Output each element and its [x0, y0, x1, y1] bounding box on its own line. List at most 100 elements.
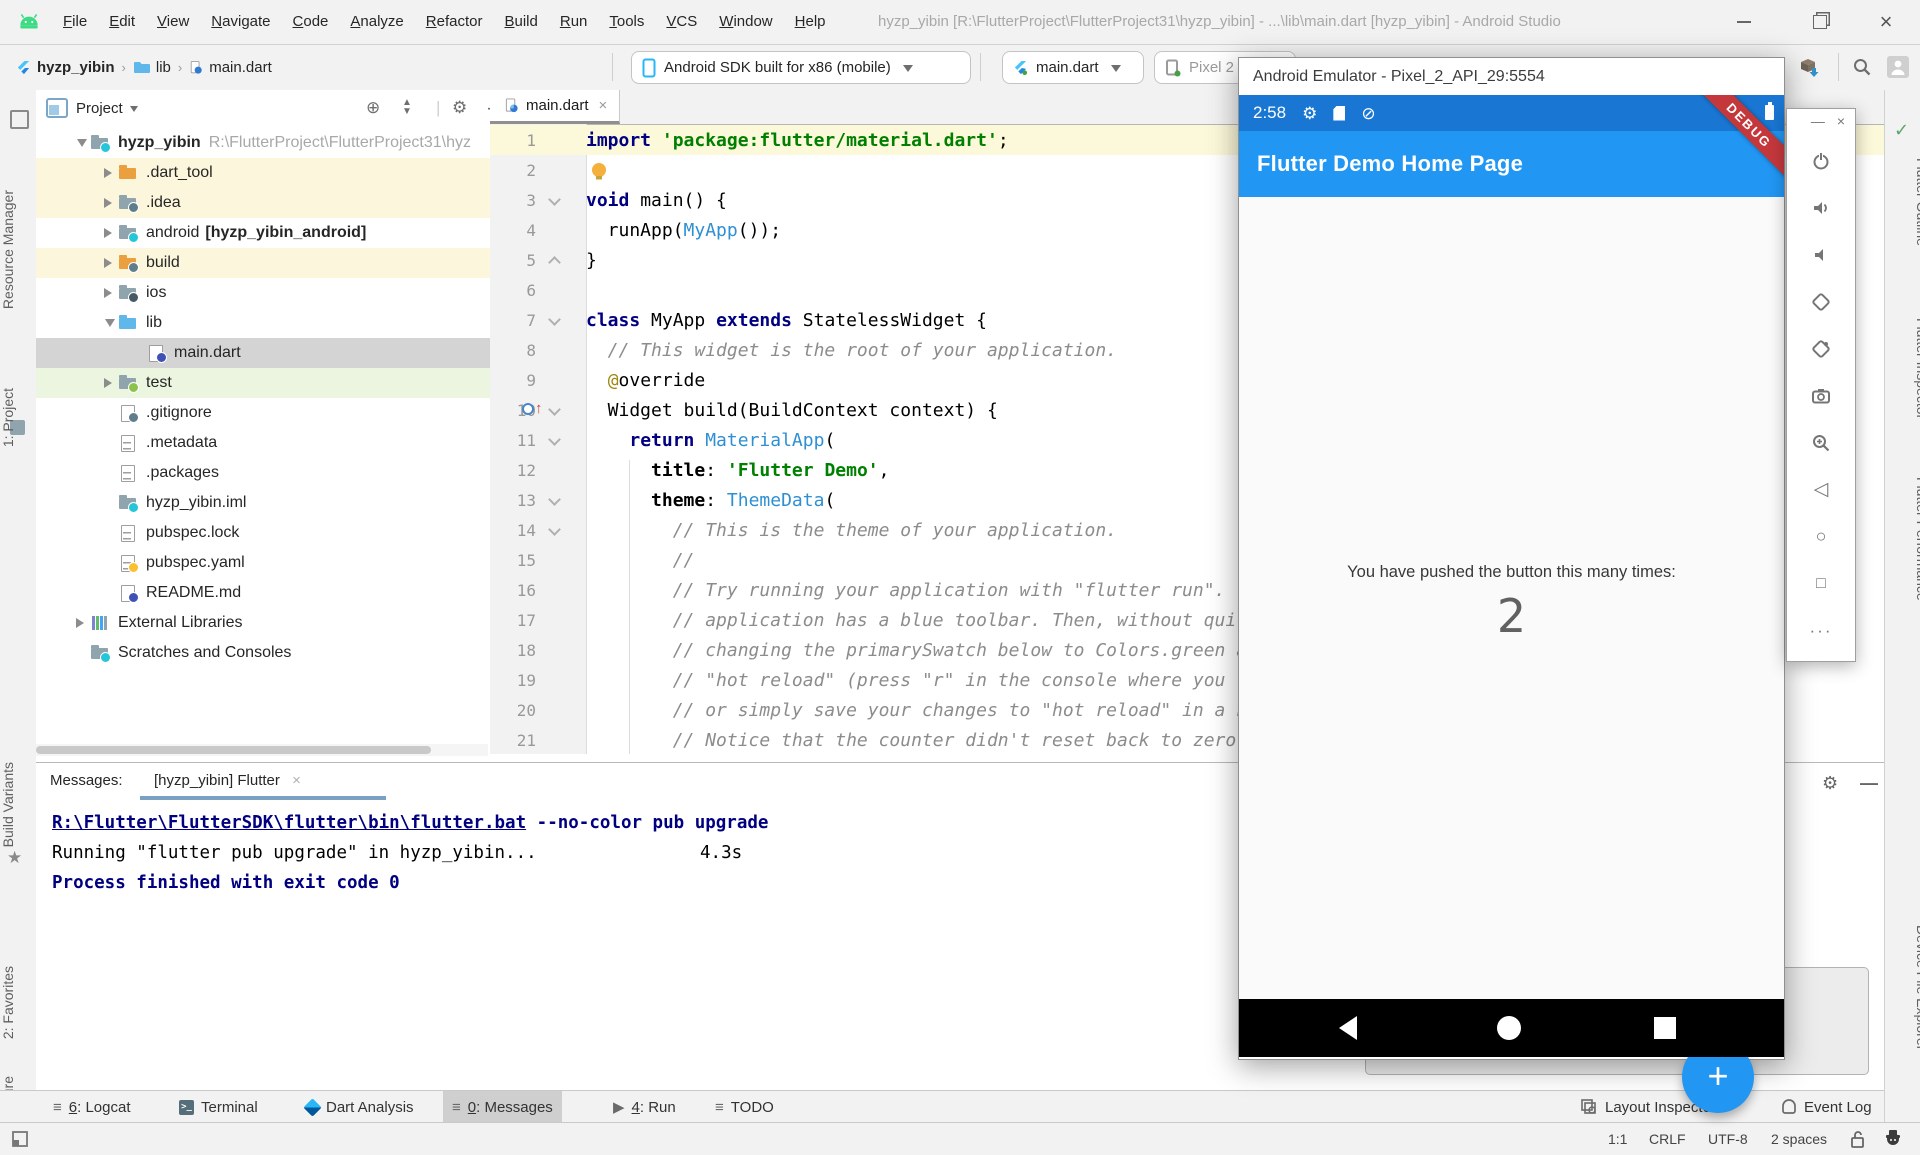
fold-open-icon[interactable] [548, 403, 561, 416]
stripe-item-build-variants[interactable]: Build Variants [0, 762, 36, 847]
menu-tools[interactable]: Tools [598, 0, 655, 44]
tree-row-main-dart[interactable]: main.dart [36, 338, 490, 368]
fold-close-icon[interactable] [548, 256, 561, 269]
menu-help[interactable]: Help [784, 0, 837, 44]
overview-icon[interactable]: □ [1787, 560, 1855, 607]
expand-arrow[interactable] [74, 618, 90, 628]
zoom-icon[interactable] [1787, 419, 1855, 466]
tree-row-scratches-and-consoles[interactable]: Scratches and Consoles [36, 638, 490, 668]
tree-row-android[interactable]: android[hyzp_yibin_android] [36, 218, 490, 248]
emulator-title-bar[interactable]: Android Emulator - Pixel_2_API_29:5554 [1239, 58, 1784, 95]
tree-row-pubspec-yaml[interactable]: pubspec.yaml [36, 548, 490, 578]
stripe-item-flutter-inspector[interactable]: Flutter Inspector [1885, 318, 1920, 419]
tree-row--metadata[interactable]: .metadata [36, 428, 490, 458]
nav-back-button[interactable] [1339, 1016, 1357, 1040]
tree-row-pubspec-lock[interactable]: pubspec.lock [36, 518, 490, 548]
window-minimize-button[interactable] [1722, 0, 1766, 44]
toolwindow-button-event-log[interactable]: Event Log [1772, 1091, 1881, 1123]
expand-arrow[interactable] [102, 198, 118, 208]
nav-home-button[interactable] [1497, 1016, 1521, 1040]
messages-tab-flutter[interactable]: [hyzp_yibin] Flutter × [154, 772, 301, 789]
menu-file[interactable]: File [52, 0, 98, 44]
window-close-button[interactable]: × [1864, 0, 1908, 44]
rotate-left-icon[interactable] [1787, 278, 1855, 325]
fold-open-icon[interactable] [548, 313, 561, 326]
status-2-spaces[interactable]: 2 spaces [1771, 1123, 1827, 1155]
menu-refactor[interactable]: Refactor [415, 0, 494, 44]
gear-icon[interactable]: ⚙ [452, 98, 467, 118]
window-maximize-button[interactable] [1798, 0, 1842, 44]
status-1-1[interactable]: 1:1 [1608, 1123, 1627, 1155]
console-link[interactable]: R:\Flutter\FlutterSDK\flutter\bin\flutte… [52, 813, 526, 833]
fold-open-icon[interactable] [548, 493, 561, 506]
locate-file-icon[interactable]: ⊕ [366, 98, 380, 118]
tree-row-ios[interactable]: ios [36, 278, 490, 308]
toolwindow-button--run[interactable]: ▶4: Run [604, 1091, 685, 1123]
gear-icon[interactable]: ⚙ [1822, 773, 1838, 794]
editor-tab-main-dart[interactable]: main.dart × [490, 90, 620, 124]
panel-minimize-icon[interactable]: — [1811, 113, 1825, 129]
menu-run[interactable]: Run [549, 0, 599, 44]
toolwindow-button-terminal[interactable]: >_Terminal [170, 1091, 267, 1123]
status-utf-8[interactable]: UTF-8 [1708, 1123, 1748, 1155]
breadcrumb-item-main.dart[interactable]: main.dart [189, 59, 272, 76]
menu-analyze[interactable]: Analyze [339, 0, 414, 44]
tree-row-build[interactable]: build [36, 248, 490, 278]
breadcrumb-item-hyzp_yibin[interactable]: hyzp_yibin [16, 59, 115, 76]
toolwindow-button--messages[interactable]: ≡0: Messages [443, 1091, 562, 1123]
fold-open-icon[interactable] [548, 523, 561, 536]
fold-open-icon[interactable] [548, 193, 561, 206]
rotate-right-icon[interactable] [1787, 325, 1855, 372]
device-selector[interactable]: Android SDK built for x86 (mobile) [631, 51, 971, 84]
tree-row-external-libraries[interactable]: External Libraries [36, 608, 490, 638]
horizontal-scrollbar[interactable] [36, 744, 488, 756]
expand-arrow[interactable] [102, 258, 118, 268]
stripe-item-2-favorites[interactable]: 2: Favorites [0, 966, 36, 1039]
screenshot-icon[interactable] [1787, 372, 1855, 419]
run-config-selector[interactable]: main.dart [1002, 51, 1144, 84]
panel-close-icon[interactable]: × [1837, 113, 1845, 129]
search-icon[interactable] [1850, 55, 1874, 79]
hide-panel-icon[interactable]: — [1860, 773, 1878, 794]
expand-arrow[interactable] [102, 228, 118, 238]
stripe-item-flutter-outline[interactable]: Flutter Outline [1885, 158, 1920, 246]
expand-arrow[interactable] [102, 288, 118, 298]
tree-row--gitignore[interactable]: .gitignore [36, 398, 490, 428]
more-icon[interactable]: ··· [1787, 607, 1855, 654]
volume-up-icon[interactable] [1787, 184, 1855, 231]
project-view-selector[interactable]: Project [76, 100, 123, 117]
close-icon[interactable]: × [599, 97, 608, 114]
tree-row--idea[interactable]: .idea [36, 188, 490, 218]
toolwindow-button-todo[interactable]: ≡TODO [706, 1091, 783, 1123]
profile-avatar-icon[interactable] [1886, 55, 1910, 79]
menu-view[interactable]: View [146, 0, 200, 44]
menu-navigate[interactable]: Navigate [200, 0, 281, 44]
toolwindow-button-dart-analysis[interactable]: Dart Analysis [297, 1091, 423, 1123]
nav-overview-button[interactable] [1654, 1017, 1676, 1039]
tree-row-test[interactable]: test [36, 368, 490, 398]
menu-vcs[interactable]: VCS [655, 0, 708, 44]
stripe-item-flutter-performance[interactable]: Flutter Performance [1885, 477, 1920, 601]
home-icon[interactable]: ○ [1787, 513, 1855, 560]
collapse-arrow[interactable] [74, 135, 90, 152]
notification-icon[interactable] [1884, 1129, 1902, 1149]
back-icon[interactable]: ◁ [1787, 466, 1855, 513]
tree-row-lib[interactable]: lib [36, 308, 490, 338]
tree-row--dart_tool[interactable]: .dart_tool [36, 158, 490, 188]
menu-window[interactable]: Window [708, 0, 783, 44]
tree-row-hyzp_yibin[interactable]: hyzp_yibin R:\FlutterProject\FlutterProj… [36, 128, 490, 158]
expand-arrow[interactable] [102, 378, 118, 388]
menu-edit[interactable]: Edit [98, 0, 146, 44]
close-icon[interactable]: × [292, 772, 301, 789]
stripe-item-1-project[interactable]: 1: Project [0, 388, 36, 447]
tree-row-readme-md[interactable]: README.md [36, 578, 490, 608]
lock-open-icon[interactable] [1850, 1130, 1865, 1148]
tool-stripes-toggle-icon[interactable] [12, 1131, 28, 1147]
menu-code[interactable]: Code [282, 0, 340, 44]
expand-arrow[interactable] [102, 168, 118, 178]
power-icon[interactable] [1787, 137, 1855, 184]
menu-build[interactable]: Build [493, 0, 548, 44]
toolwindow-button--logcat[interactable]: ≡6: Logcat [44, 1091, 139, 1123]
breadcrumb-item-lib[interactable]: lib [133, 59, 171, 76]
fold-open-icon[interactable] [548, 433, 561, 446]
